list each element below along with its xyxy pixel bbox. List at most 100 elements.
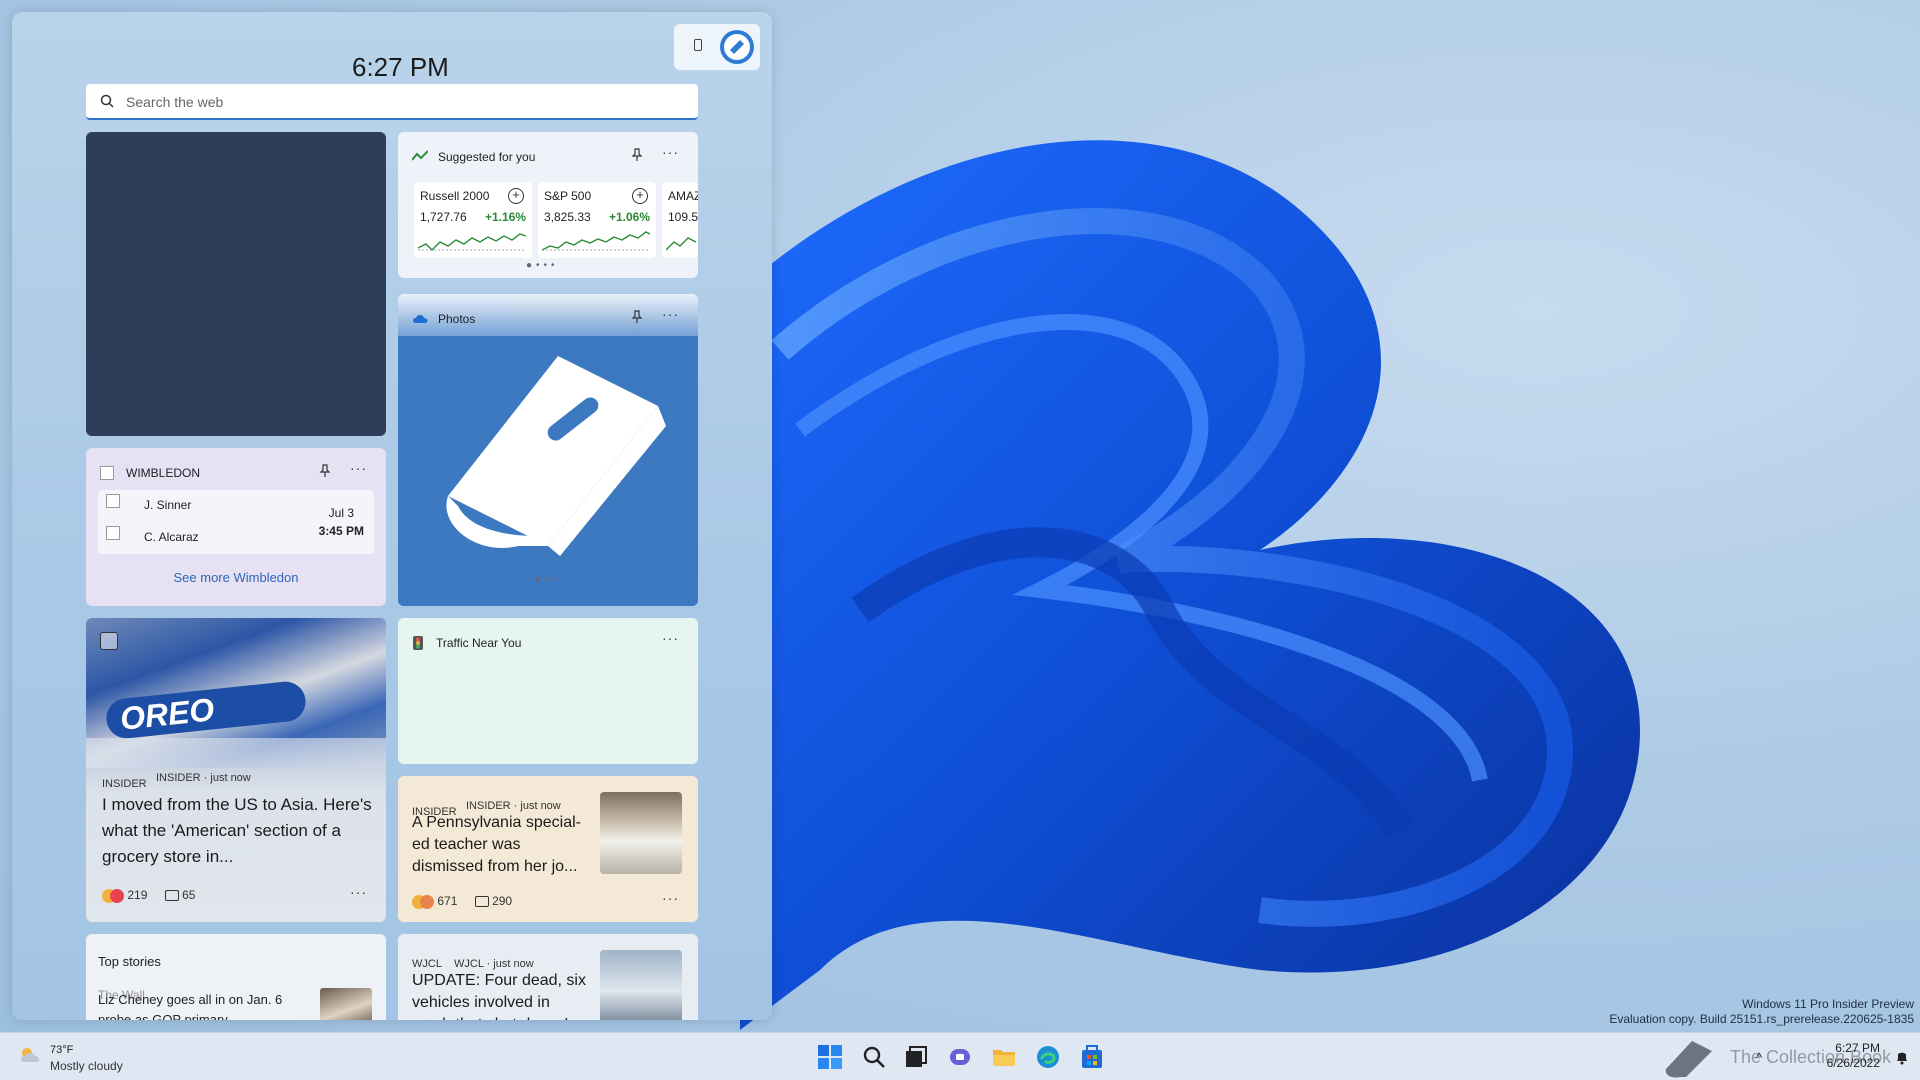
traffic-light-icon bbox=[413, 636, 423, 650]
add-stock-icon[interactable]: + bbox=[508, 188, 524, 204]
search-icon bbox=[100, 94, 114, 108]
traffic-widget[interactable]: Traffic Near You ··· bbox=[398, 618, 698, 764]
evaluation-watermark: Windows 11 Pro Insider Preview Evaluatio… bbox=[1609, 997, 1914, 1027]
top-stories-title: Top stories bbox=[98, 954, 161, 969]
pin-icon[interactable] bbox=[630, 148, 644, 162]
pin-icon[interactable] bbox=[630, 310, 644, 324]
photos-title: Photos bbox=[438, 312, 476, 326]
stock-tile-amazon[interactable]: AMAZ 109.5( bbox=[662, 182, 698, 258]
teams-chat-icon[interactable] bbox=[946, 1043, 974, 1071]
news-card[interactable]: OREO INSIDER INSIDER · just now I moved … bbox=[86, 618, 386, 922]
panel-time: 6:27 PM bbox=[352, 52, 449, 82]
news-source: INSIDER · just now bbox=[156, 772, 251, 784]
comment-icon bbox=[164, 890, 179, 902]
search-icon[interactable] bbox=[860, 1043, 888, 1071]
wimbledon-widget[interactable]: WIMBLEDON ··· J. Sinner C. Alcaraz Jul 3… bbox=[86, 448, 386, 606]
show-hidden-icons[interactable]: ^ bbox=[1756, 1050, 1762, 1065]
stocks-widget[interactable]: Suggested for you ··· Russell 2000 + 1,7… bbox=[398, 132, 698, 278]
news-source: INSIDER · just now bbox=[466, 800, 561, 812]
see-more-link[interactable]: See more Wimbledon bbox=[86, 570, 386, 585]
cloud-sun-icon bbox=[21, 1048, 40, 1062]
sparkline-chart bbox=[418, 233, 526, 251]
clock[interactable]: 6:27 PM 6/26/2022 bbox=[1827, 1041, 1880, 1071]
add-stock-icon[interactable]: + bbox=[632, 188, 648, 204]
photo-carousel-dots[interactable]: ●•• bbox=[534, 574, 559, 585]
pin-icon[interactable] bbox=[318, 464, 332, 478]
taskbar-apps bbox=[812, 1041, 1112, 1073]
news-headline[interactable]: I moved from the US to Asia. Here's what… bbox=[102, 792, 378, 870]
source-logo: INSIDER bbox=[102, 778, 147, 790]
like-count: 219 bbox=[127, 888, 148, 902]
weather-temp: 73°F bbox=[50, 1044, 74, 1056]
reactions-bar[interactable]: 219 65 bbox=[102, 888, 195, 903]
news-card[interactable]: INSIDER INSIDER · just now A Pennsylvani… bbox=[398, 776, 698, 922]
blank-widget[interactable] bbox=[86, 132, 386, 436]
news-thumbnail bbox=[600, 792, 682, 874]
wimbledon-title: WIMBLEDON bbox=[126, 466, 201, 480]
heart-icon bbox=[110, 888, 124, 903]
store-icon[interactable] bbox=[1078, 1043, 1106, 1071]
match-card[interactable]: J. Sinner C. Alcaraz Jul 3 3:45 PM bbox=[98, 490, 374, 554]
notification-bell-icon[interactable] bbox=[1894, 1049, 1910, 1065]
more-options-icon[interactable]: ··· bbox=[662, 890, 679, 906]
top-stories-widget[interactable]: Top stories Liz Cheney goes all in on Ja… bbox=[86, 934, 386, 1020]
clock-date: 6/26/2022 bbox=[1826, 1056, 1880, 1070]
player-flag-icon bbox=[106, 526, 120, 540]
news-headline[interactable]: UPDATE: Four dead, six vehicles involved… bbox=[412, 970, 592, 1020]
profile-avatar[interactable] bbox=[720, 30, 754, 64]
story-thumbnail bbox=[320, 988, 372, 1020]
task-view-icon[interactable] bbox=[902, 1043, 930, 1071]
wallpaper-bloom bbox=[740, 140, 1640, 1030]
news-source: WJCL · just now bbox=[454, 958, 534, 970]
news-headline[interactable]: A Pennsylvania special-ed teacher was di… bbox=[412, 812, 592, 878]
stock-tile-sp500[interactable]: S&P 500 + 3,825.33 +1.06% bbox=[538, 182, 656, 258]
more-options-icon[interactable]: ··· bbox=[662, 306, 679, 322]
reactions-bar[interactable]: 671 290 bbox=[412, 894, 512, 909]
more-options-icon[interactable]: ··· bbox=[350, 460, 367, 476]
sparkline-chart bbox=[666, 237, 696, 251]
stock-name: AMAZ bbox=[668, 189, 698, 203]
panel-toolbar bbox=[674, 24, 760, 70]
match-date: Jul 3 bbox=[328, 506, 354, 520]
book-icon[interactable] bbox=[1660, 1037, 1716, 1079]
player-flag-icon bbox=[106, 494, 120, 508]
player-1: J. Sinner bbox=[144, 498, 192, 512]
stock-name: S&P 500 bbox=[544, 189, 592, 203]
book-icon bbox=[446, 356, 666, 556]
comment-icon bbox=[474, 896, 489, 908]
watermark-line2: Evaluation copy. Build 25151.rs_prerelea… bbox=[1609, 1012, 1914, 1026]
system-tray: The Collection Book ^ 6:27 PM 6/26/2022 bbox=[1660, 1033, 1920, 1080]
book-icon bbox=[724, 34, 750, 60]
search-bar[interactable] bbox=[86, 84, 698, 120]
stock-price: 3,825.33 bbox=[544, 210, 591, 224]
search-input[interactable] bbox=[126, 92, 686, 112]
photo-display[interactable]: ●•• bbox=[398, 336, 698, 606]
player-2: C. Alcaraz bbox=[144, 530, 199, 544]
image-icon bbox=[100, 632, 118, 650]
stock-change: +1.16% bbox=[484, 210, 526, 224]
carousel-dots[interactable]: ●••• bbox=[526, 260, 559, 271]
add-widget-icon[interactable] bbox=[694, 39, 702, 51]
stock-change: +1.06% bbox=[608, 210, 650, 224]
weather-desc: Mostly cloudy bbox=[50, 1059, 123, 1073]
edge-icon[interactable] bbox=[1034, 1043, 1062, 1071]
stock-price: 1,727.76 bbox=[420, 210, 467, 224]
sparkline-chart bbox=[542, 231, 650, 251]
source-logo: WJCL bbox=[412, 958, 442, 970]
more-options-icon[interactable]: ··· bbox=[350, 884, 367, 900]
weather-button[interactable]: 73°F Mostly cloudy bbox=[18, 1042, 138, 1074]
news-card[interactable]: WJCL WJCL · just now UPDATE: Four dead, … bbox=[398, 934, 698, 1020]
start-icon[interactable] bbox=[816, 1043, 844, 1071]
stock-price: 109.5( bbox=[668, 210, 698, 224]
file-explorer-icon[interactable] bbox=[990, 1043, 1018, 1071]
comment-count: 65 bbox=[182, 888, 196, 902]
more-options-icon[interactable]: ··· bbox=[662, 630, 679, 646]
source-logo: The Wall bbox=[98, 988, 145, 1002]
wimbledon-logo-icon bbox=[100, 466, 114, 480]
laugh-icon bbox=[420, 894, 434, 909]
stocks-icon bbox=[412, 150, 428, 161]
more-options-icon[interactable]: ··· bbox=[662, 144, 679, 160]
photos-widget[interactable]: Photos ··· ●•• bbox=[398, 294, 698, 606]
match-time: 3:45 PM bbox=[318, 524, 364, 538]
stock-tile-russell[interactable]: Russell 2000 + 1,727.76 +1.16% bbox=[414, 182, 532, 258]
